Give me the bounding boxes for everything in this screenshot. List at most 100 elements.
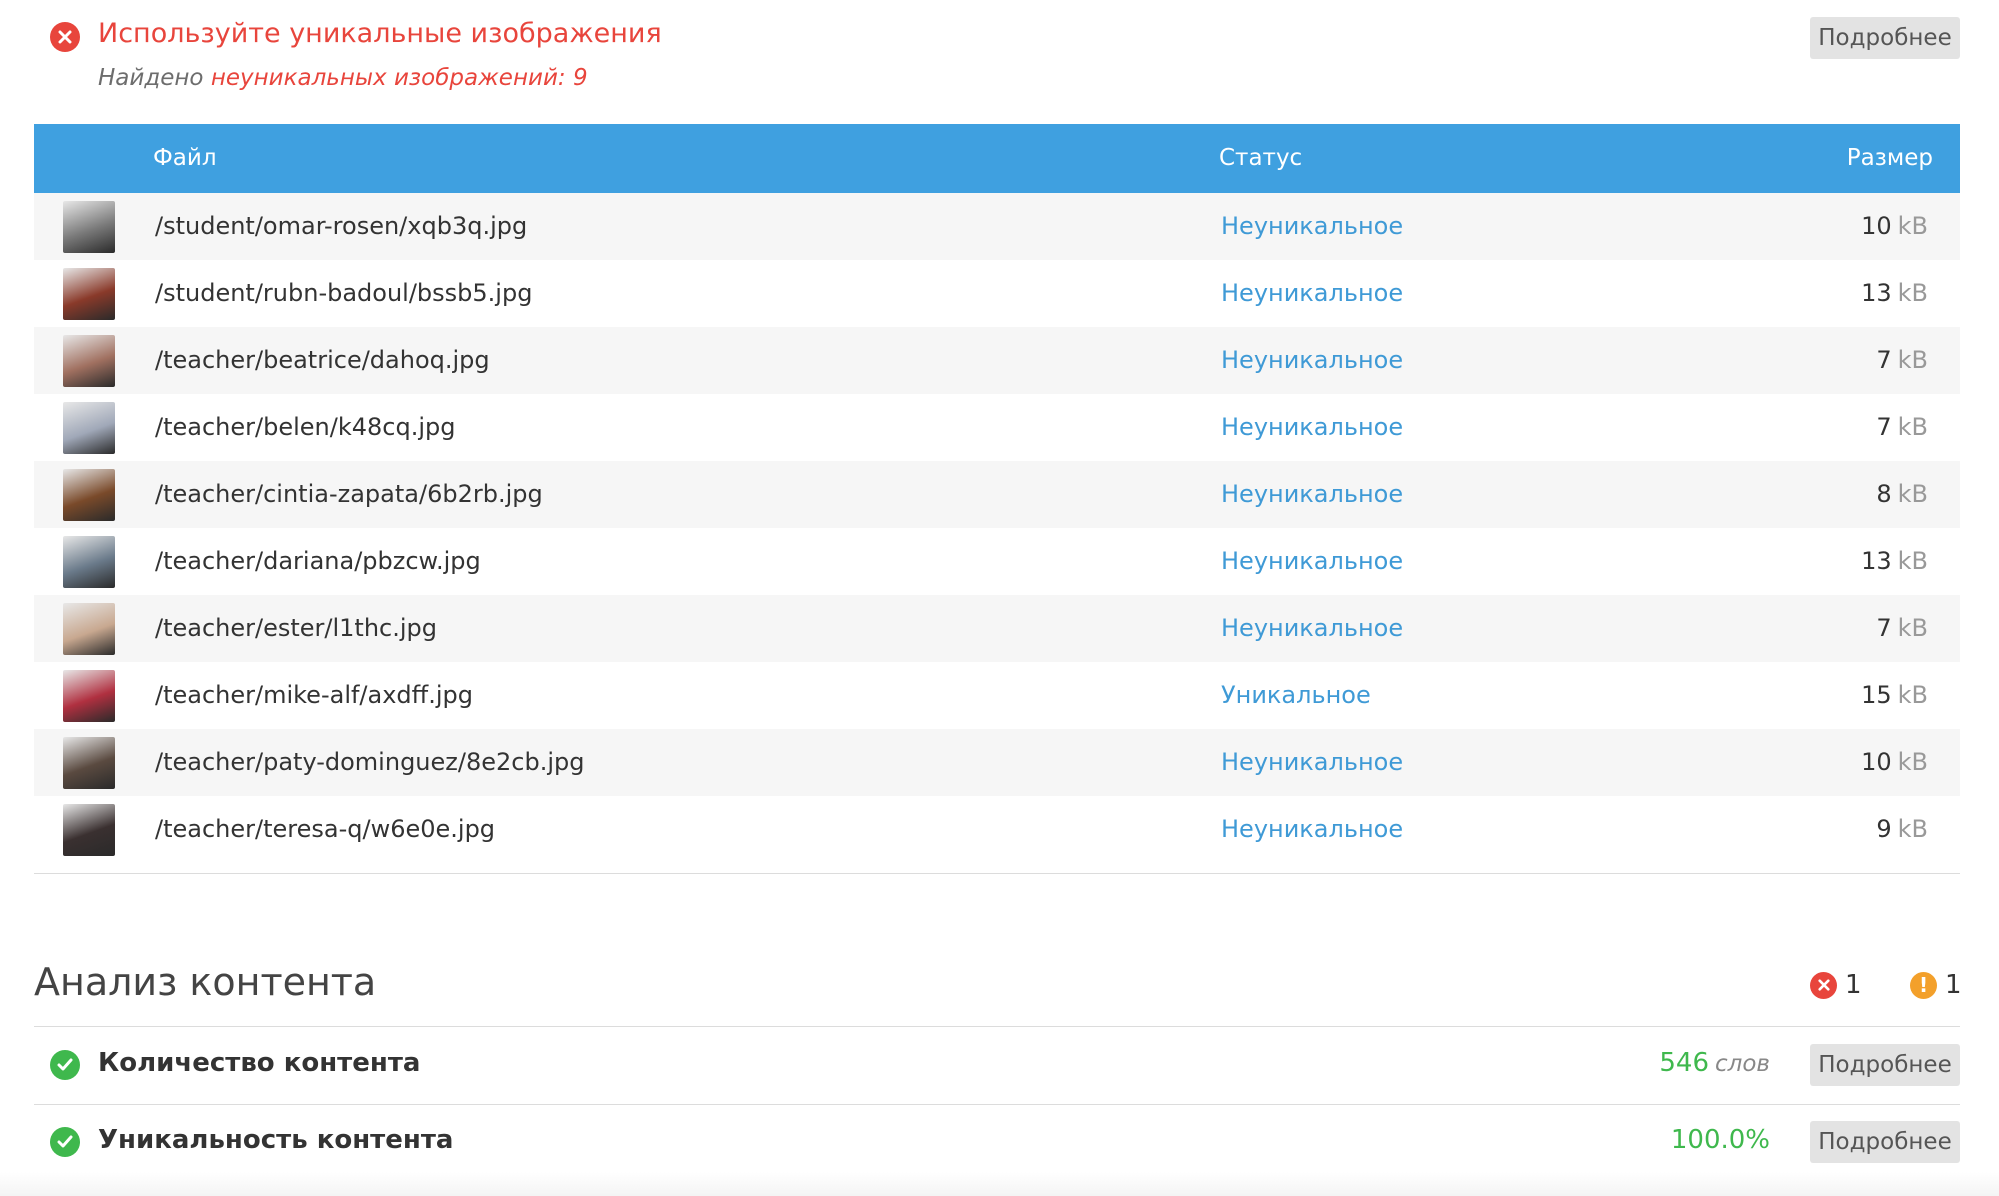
file-path[interactable]: /teacher/mike-alf/axdff.jpg xyxy=(155,681,473,709)
thumbnail-image[interactable] xyxy=(63,603,115,655)
issue-more-button[interactable]: Подробнее xyxy=(1810,17,1960,59)
uniqueness-more-button[interactable]: Подробнее xyxy=(1810,1121,1960,1163)
file-path[interactable]: /teacher/paty-dominguez/8e2cb.jpg xyxy=(155,748,584,776)
size-unit: kB xyxy=(1897,279,1928,307)
thumbnail-image[interactable] xyxy=(63,335,115,387)
size-unit: kB xyxy=(1897,815,1928,843)
value-unit: слов xyxy=(1715,1051,1770,1077)
found-highlight: неуникальных изображений: 9 xyxy=(210,65,588,91)
content-row-value: 100.0% xyxy=(1670,1125,1770,1155)
table-divider xyxy=(34,873,1960,874)
content-row-value: 546 слов xyxy=(1659,1048,1770,1078)
status-link[interactable]: Неуникальное xyxy=(1221,614,1403,642)
file-size: 8 kB xyxy=(1876,480,1928,508)
size-value: 13 xyxy=(1861,547,1892,575)
size-value: 10 xyxy=(1861,212,1892,240)
file-path[interactable]: /teacher/dariana/pbzcw.jpg xyxy=(155,547,481,575)
size-unit: kB xyxy=(1897,346,1928,374)
size-unit: kB xyxy=(1897,681,1928,709)
error-counter[interactable]: 1 xyxy=(1810,970,1862,1000)
status-link[interactable]: Неуникальное xyxy=(1221,279,1403,307)
column-status[interactable]: Статус xyxy=(1219,145,1302,171)
table-row[interactable]: /student/omar-rosen/xqb3q.jpg Неуникально… xyxy=(34,193,1960,260)
warning-count: 1 xyxy=(1945,970,1962,1000)
issue-subtitle: Найдено неуникальных изображений: 9 xyxy=(98,65,588,91)
file-size: 15 kB xyxy=(1861,681,1928,709)
size-value: 7 xyxy=(1876,346,1892,374)
file-path[interactable]: /student/rubn-badoul/bssb5.jpg xyxy=(155,279,532,307)
file-path[interactable]: /teacher/ester/l1thc.jpg xyxy=(155,614,437,642)
content-row-label: Уникальность контента xyxy=(98,1125,454,1155)
size-unit: kB xyxy=(1897,480,1928,508)
status-link[interactable]: Неуникальное xyxy=(1221,413,1403,441)
file-path[interactable]: /teacher/cintia-zapata/6b2rb.jpg xyxy=(155,480,543,508)
file-size: 9 kB xyxy=(1876,815,1928,843)
thumbnail-image[interactable] xyxy=(63,268,115,320)
issue-header: Используйте уникальные изображения Найде… xyxy=(0,0,1999,125)
found-prefix: Найдено xyxy=(98,65,204,91)
bottom-fade xyxy=(0,1172,1999,1196)
table-row[interactable]: /teacher/cintia-zapata/6b2rb.jpg Неуникал… xyxy=(34,461,1960,528)
file-path[interactable]: /teacher/beatrice/dahoq.jpg xyxy=(155,346,490,374)
thumbnail-image[interactable] xyxy=(63,402,115,454)
file-path[interactable]: /teacher/teresa-q/w6e0e.jpg xyxy=(155,815,495,843)
file-size: 7 kB xyxy=(1876,346,1928,374)
close-circle-icon xyxy=(50,22,80,52)
file-size: 7 kB xyxy=(1876,413,1928,441)
table-row[interactable]: /teacher/teresa-q/w6e0e.jpg Неуникальное 9… xyxy=(34,796,1960,863)
file-path[interactable]: /teacher/belen/k48cq.jpg xyxy=(155,413,455,441)
size-value: 8 xyxy=(1876,480,1892,508)
size-value: 15 xyxy=(1861,681,1892,709)
status-link[interactable]: Неуникальное xyxy=(1221,346,1403,374)
check-circle-icon xyxy=(50,1127,80,1157)
warning-counter[interactable]: ! 1 xyxy=(1910,970,1962,1000)
issue-title: Используйте уникальные изображения xyxy=(98,18,662,49)
quantity-more-button[interactable]: Подробнее xyxy=(1810,1044,1960,1086)
size-value: 7 xyxy=(1876,614,1892,642)
table-row[interactable]: /teacher/mike-alf/axdff.jpg Уникальное 15 k… xyxy=(34,662,1960,729)
size-unit: kB xyxy=(1897,212,1928,240)
thumbnail-image[interactable] xyxy=(63,737,115,789)
column-size[interactable]: Размер xyxy=(1847,145,1933,171)
size-unit: kB xyxy=(1897,547,1928,575)
thumbnail-image[interactable] xyxy=(63,536,115,588)
size-value: 9 xyxy=(1876,815,1892,843)
status-link[interactable]: Неуникальное xyxy=(1221,212,1403,240)
content-row-quantity: Количество контента 546 слов Подробнее xyxy=(34,1027,1960,1104)
error-count: 1 xyxy=(1845,970,1862,1000)
size-unit: kB xyxy=(1897,413,1928,441)
check-circle-icon xyxy=(50,1050,80,1080)
column-file[interactable]: Файл xyxy=(153,145,217,171)
file-size: 13 kB xyxy=(1861,279,1928,307)
status-link[interactable]: Неуникальное xyxy=(1221,748,1403,776)
image-table: Файл Статус Размер /student/omar-rosen/x… xyxy=(34,124,1960,863)
status-link[interactable]: Неуникальное xyxy=(1221,547,1403,575)
table-body: /student/omar-rosen/xqb3q.jpg Неуникально… xyxy=(34,193,1960,863)
file-size: 7 kB xyxy=(1876,614,1928,642)
status-link[interactable]: Уникальное xyxy=(1221,681,1371,709)
content-analysis-title: Анализ контента xyxy=(34,960,377,1004)
status-link[interactable]: Неуникальное xyxy=(1221,815,1403,843)
size-value: 13 xyxy=(1861,279,1892,307)
table-row[interactable]: /teacher/belen/k48cq.jpg Неуникальное 7 kB xyxy=(34,394,1960,461)
table-row[interactable]: /teacher/ester/l1thc.jpg Неуникальное 7 kB xyxy=(34,595,1960,662)
table-row[interactable]: /student/rubn-badoul/bssb5.jpg Неуникальн… xyxy=(34,260,1960,327)
size-value: 10 xyxy=(1861,748,1892,776)
table-row[interactable]: /teacher/dariana/pbzcw.jpg Неуникальное 13… xyxy=(34,528,1960,595)
table-header: Файл Статус Размер xyxy=(34,124,1960,193)
size-unit: kB xyxy=(1897,748,1928,776)
value-number: 546 xyxy=(1659,1048,1710,1078)
size-unit: kB xyxy=(1897,614,1928,642)
table-row[interactable]: /teacher/paty-dominguez/8e2cb.jpg Неуника… xyxy=(34,729,1960,796)
status-link[interactable]: Неуникальное xyxy=(1221,480,1403,508)
table-row[interactable]: /teacher/beatrice/dahoq.jpg Неуникальное 7… xyxy=(34,327,1960,394)
content-row-uniqueness: Уникальность контента 100.0% Подробнее xyxy=(34,1104,1960,1181)
file-path[interactable]: /student/omar-rosen/xqb3q.jpg xyxy=(155,212,527,240)
exclamation-circle-icon: ! xyxy=(1910,971,1937,999)
size-value: 7 xyxy=(1876,413,1892,441)
close-circle-icon xyxy=(1810,971,1837,999)
thumbnail-image[interactable] xyxy=(63,201,115,253)
thumbnail-image[interactable] xyxy=(63,670,115,722)
thumbnail-image[interactable] xyxy=(63,469,115,521)
thumbnail-image[interactable] xyxy=(63,804,115,856)
